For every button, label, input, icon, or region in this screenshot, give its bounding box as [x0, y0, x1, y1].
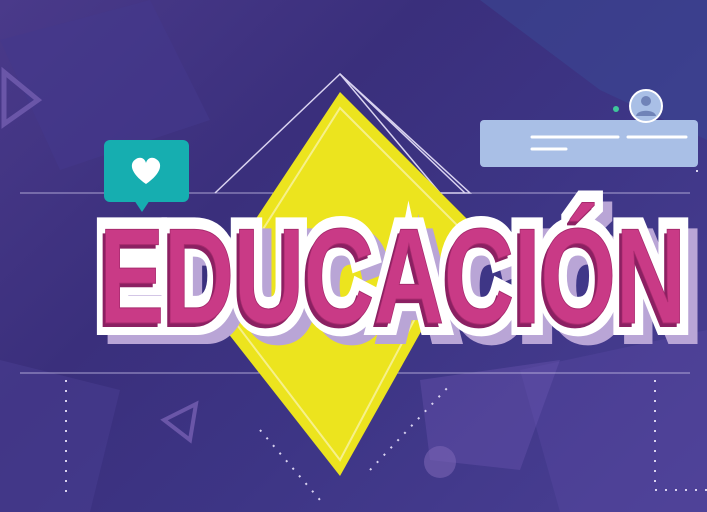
title-group: EDUCACIÓN EDUCACIÓN EDUCACIÓN [0, 0, 707, 512]
page-title: EDUCACIÓN [98, 200, 687, 352]
educacion-banner: EDUCACIÓN EDUCACIÓN EDUCACIÓN [0, 0, 707, 512]
